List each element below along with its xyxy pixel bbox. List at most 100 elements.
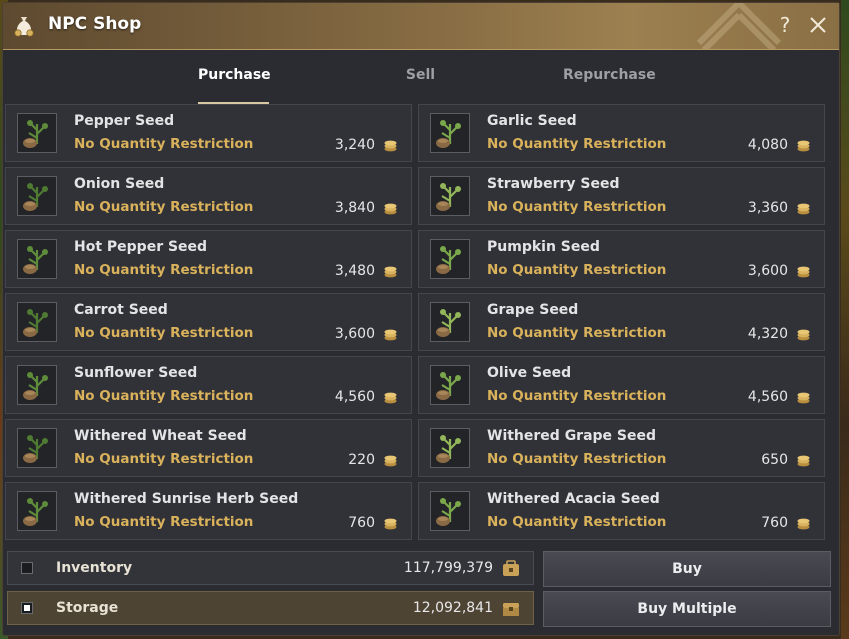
item-price: 220 xyxy=(348,452,375,468)
buy-multiple-button[interactable]: Buy Multiple xyxy=(543,591,831,627)
storage-fund-row[interactable]: Storage 12,092,841 xyxy=(7,591,534,625)
shop-item[interactable]: Garlic Seed No Quantity Restriction 4,080 xyxy=(418,104,825,162)
item-name: Strawberry Seed xyxy=(487,176,620,192)
close-icon[interactable] xyxy=(808,15,828,35)
strawberry-seed-icon xyxy=(431,177,469,215)
shop-item[interactable]: Withered Wheat Seed No Quantity Restricti… xyxy=(5,419,412,477)
window-title: NPC Shop xyxy=(48,14,142,34)
item-name: Withered Sunrise Herb Seed xyxy=(74,491,299,507)
silver-coin-icon xyxy=(797,140,810,152)
item-name: Pepper Seed xyxy=(74,113,175,129)
help-button[interactable]: ? xyxy=(774,13,796,37)
shop-item[interactable]: Grape Seed No Quantity Restriction 4,320 xyxy=(418,293,825,351)
item-icon-frame xyxy=(430,365,470,405)
title-decoration xyxy=(696,3,782,49)
hot-pepper-seed-icon xyxy=(18,240,56,278)
storage-silver-value: 12,092,841 xyxy=(412,600,493,616)
item-icon-frame xyxy=(430,491,470,531)
withered-grape-seed-icon xyxy=(431,429,469,467)
shop-item[interactable]: Withered Sunrise Herb Seed No Quantity Re… xyxy=(5,482,412,540)
item-icon-frame xyxy=(430,176,470,216)
item-price: 3,600 xyxy=(334,326,375,342)
item-name: Olive Seed xyxy=(487,365,572,381)
item-restriction: No Quantity Restriction xyxy=(487,136,667,152)
silver-coin-icon xyxy=(384,392,397,404)
shop-item[interactable]: Hot Pepper Seed No Quantity Restriction 3,… xyxy=(5,230,412,288)
item-price: 4,560 xyxy=(747,389,788,405)
item-icon-frame xyxy=(17,365,57,405)
shop-item[interactable]: Strawberry Seed No Quantity Restriction 3,… xyxy=(418,167,825,225)
item-restriction: No Quantity Restriction xyxy=(74,451,254,467)
silver-coin-icon xyxy=(384,329,397,341)
silver-coin-icon xyxy=(797,266,810,278)
item-name: Onion Seed xyxy=(74,176,165,192)
item-price: 3,600 xyxy=(747,263,788,279)
title-bar[interactable]: NPC Shop ? xyxy=(3,3,839,50)
shop-item[interactable]: Withered Acacia Seed No Quantity Restrict… xyxy=(418,482,825,540)
item-name: Withered Wheat Seed xyxy=(74,428,247,444)
inventory-checkbox[interactable] xyxy=(21,562,33,574)
withered-sunrise-herb-seed-icon xyxy=(18,492,56,530)
shop-item[interactable]: Sunflower Seed No Quantity Restriction 4,5… xyxy=(5,356,412,414)
garlic-seed-icon xyxy=(431,114,469,152)
item-restriction: No Quantity Restriction xyxy=(74,136,254,152)
item-restriction: No Quantity Restriction xyxy=(74,199,254,215)
silver-coin-icon xyxy=(797,203,810,215)
item-restriction: No Quantity Restriction xyxy=(487,388,667,404)
storage-chest-icon xyxy=(503,603,519,616)
item-name: Carrot Seed xyxy=(74,302,168,318)
shop-item[interactable]: Onion Seed No Quantity Restriction 3,840 xyxy=(5,167,412,225)
money-bag-icon xyxy=(14,17,34,37)
item-restriction: No Quantity Restriction xyxy=(74,388,254,404)
item-restriction: No Quantity Restriction xyxy=(74,514,254,530)
item-icon-frame xyxy=(430,302,470,342)
item-price: 650 xyxy=(761,452,788,468)
item-price: 3,840 xyxy=(334,200,375,216)
shop-item[interactable]: Pepper Seed No Quantity Restriction 3,240 xyxy=(5,104,412,162)
storage-checkbox[interactable] xyxy=(21,602,33,614)
item-restriction: No Quantity Restriction xyxy=(487,199,667,215)
inventory-fund-row[interactable]: Inventory 117,799,379 xyxy=(7,551,534,585)
shop-item[interactable]: Olive Seed No Quantity Restriction 4,560 xyxy=(418,356,825,414)
silver-coin-icon xyxy=(797,392,810,404)
item-icon-frame xyxy=(17,176,57,216)
tab-repurchase[interactable]: Repurchase xyxy=(563,50,656,104)
tab-purchase[interactable]: Purchase xyxy=(198,50,271,104)
shop-tabs: Purchase Sell Repurchase xyxy=(3,50,839,104)
item-price: 4,560 xyxy=(334,389,375,405)
item-icon-frame xyxy=(17,302,57,342)
item-icon-frame xyxy=(430,113,470,153)
shop-item[interactable]: Pumpkin Seed No Quantity Restriction 3,600 xyxy=(418,230,825,288)
item-icon-frame xyxy=(17,428,57,468)
item-restriction: No Quantity Restriction xyxy=(487,451,667,467)
pumpkin-seed-icon xyxy=(431,240,469,278)
item-name: Withered Grape Seed xyxy=(487,428,657,444)
item-icon-frame xyxy=(17,491,57,531)
onion-seed-icon xyxy=(18,177,56,215)
item-restriction: No Quantity Restriction xyxy=(74,262,254,278)
silver-coin-icon xyxy=(384,140,397,152)
item-price: 760 xyxy=(761,515,788,531)
item-name: Pumpkin Seed xyxy=(487,239,600,255)
storage-label: Storage xyxy=(56,600,119,616)
shop-item[interactable]: Carrot Seed No Quantity Restriction 3,600 xyxy=(5,293,412,351)
item-price: 3,360 xyxy=(747,200,788,216)
item-name: Garlic Seed xyxy=(487,113,577,129)
withered-acacia-seed-icon xyxy=(431,492,469,530)
silver-coin-icon xyxy=(384,455,397,467)
item-restriction: No Quantity Restriction xyxy=(487,514,667,530)
item-price: 4,320 xyxy=(747,326,788,342)
tab-sell[interactable]: Sell xyxy=(398,50,443,104)
item-restriction: No Quantity Restriction xyxy=(487,262,667,278)
item-name: Hot Pepper Seed xyxy=(74,239,208,255)
withered-wheat-seed-icon xyxy=(18,429,56,467)
silver-coin-icon xyxy=(384,266,397,278)
olive-seed-icon xyxy=(431,366,469,404)
item-restriction: No Quantity Restriction xyxy=(487,325,667,341)
shop-item[interactable]: Withered Grape Seed No Quantity Restricti… xyxy=(418,419,825,477)
buy-button[interactable]: Buy xyxy=(543,551,831,587)
item-icon-frame xyxy=(17,113,57,153)
silver-coin-icon xyxy=(797,518,810,530)
item-name: Withered Acacia Seed xyxy=(487,491,660,507)
silver-coin-icon xyxy=(384,203,397,215)
